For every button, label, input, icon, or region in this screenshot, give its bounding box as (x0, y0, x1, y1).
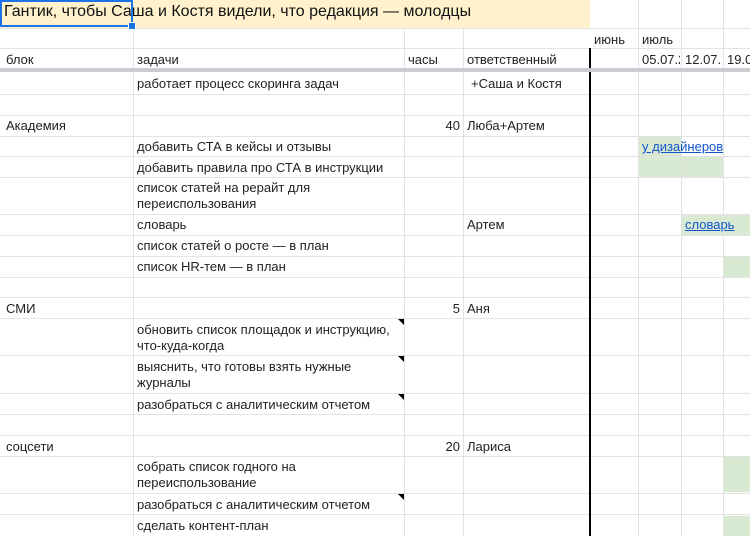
timeline-divider (589, 48, 591, 536)
row-divider (0, 493, 750, 494)
block-cell[interactable]: СМИ (6, 301, 35, 317)
task-cell[interactable]: собрать список годного на переиспользова… (137, 459, 337, 491)
header-owner[interactable]: ответственный (467, 52, 557, 68)
row-divider (0, 318, 750, 319)
month-june: июнь (594, 32, 625, 47)
gantt-cell-filled (724, 257, 750, 277)
row-divider (0, 156, 750, 157)
header-hours[interactable]: часы (408, 52, 438, 68)
row-divider (0, 435, 750, 436)
task-cell[interactable]: разобраться с аналитическим отчетом (137, 397, 370, 413)
owner-cell[interactable]: +Саша и Костя (471, 76, 562, 92)
row-divider (0, 514, 750, 515)
dictionary-link[interactable]: словарь (685, 217, 734, 233)
hours-cell[interactable]: 20 (404, 439, 460, 455)
hours-cell[interactable]: 40 (404, 118, 460, 134)
block-cell[interactable]: соцсети (6, 439, 54, 455)
row-divider (0, 456, 750, 457)
task-cell[interactable]: обновить список площадок и инструкцию, ч… (137, 322, 402, 354)
row-divider (0, 177, 750, 178)
header-date[interactable]: 19.0 (727, 52, 750, 68)
task-cell[interactable]: добавить правила про СТА в инструкции (137, 160, 383, 176)
owner-cell[interactable]: Артем (467, 217, 505, 233)
frozen-row-separator (0, 68, 750, 72)
task-cell[interactable]: список статей на рерайт для переиспользо… (137, 180, 337, 212)
task-cell[interactable]: словарь (137, 217, 186, 233)
comment-indicator[interactable] (398, 319, 404, 325)
hours-cell[interactable]: 5 (404, 301, 460, 317)
task-cell[interactable]: работает процесс скоринга задач (137, 76, 339, 92)
owner-cell[interactable]: Люба+Артем (467, 118, 545, 134)
task-cell[interactable]: список HR-тем — в план (137, 259, 286, 275)
task-cell[interactable]: разобраться с аналитическим отчетом (137, 497, 370, 513)
row-divider (0, 256, 750, 257)
row-divider (0, 115, 750, 116)
title-banner[interactable]: Гантик, чтобы Саша и Костя видели, что р… (0, 0, 590, 30)
row-divider (0, 355, 750, 356)
row-divider (0, 297, 750, 298)
comment-indicator[interactable] (398, 394, 404, 400)
task-cell[interactable]: список статей о росте — в план (137, 238, 329, 254)
gantt-cell-filled (682, 157, 723, 177)
row-divider (0, 235, 750, 236)
owner-cell[interactable]: Аня (467, 301, 490, 317)
comment-indicator[interactable] (398, 356, 404, 362)
row-divider (0, 136, 750, 137)
row-divider (0, 48, 750, 49)
task-cell[interactable]: выяснить, что готовы взять нужные журнал… (137, 359, 377, 391)
designers-link[interactable]: у дизайнеров (642, 139, 723, 155)
row-divider (0, 94, 750, 95)
row-divider (0, 214, 750, 215)
gantt-cell-filled (724, 516, 750, 536)
row-divider (0, 414, 750, 415)
block-cell[interactable]: Академия (6, 118, 66, 134)
row-divider (0, 277, 750, 278)
spreadsheet-grid[interactable]: Гантик, чтобы Саша и Костя видели, что р… (0, 0, 750, 536)
row-divider (0, 28, 750, 29)
header-date[interactable]: 05.07.2 (642, 52, 680, 68)
owner-cell[interactable]: Лариса (467, 439, 511, 455)
task-cell[interactable]: сделать контент-план (137, 518, 269, 534)
header-block[interactable]: блок (6, 52, 34, 68)
task-cell[interactable]: добавить СТА в кейсы и отзывы (137, 139, 331, 155)
header-date[interactable]: 12.07.2 (685, 52, 722, 68)
month-july: июль (642, 32, 674, 47)
fill-handle[interactable] (128, 22, 136, 30)
selected-cell-outline (0, 0, 133, 27)
comment-indicator[interactable] (398, 494, 404, 500)
row-divider (0, 393, 750, 394)
gantt-cell-filled (724, 456, 750, 492)
header-tasks[interactable]: задачи (137, 52, 179, 68)
